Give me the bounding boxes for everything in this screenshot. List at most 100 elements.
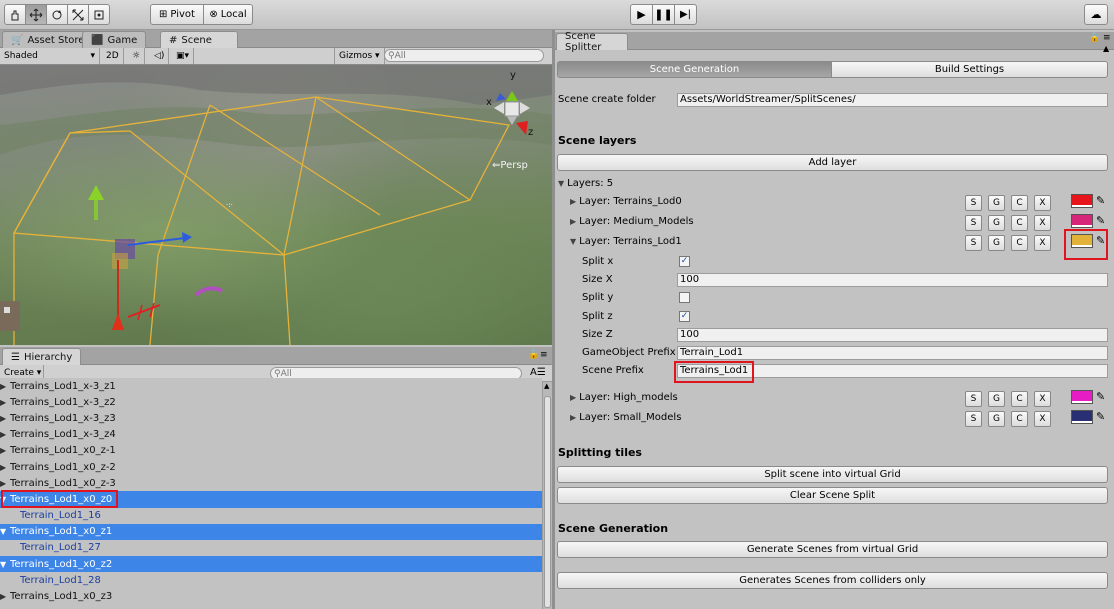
- foldout-closed-icon[interactable]: ▶: [0, 446, 10, 455]
- lock-icon[interactable]: 🔒: [1089, 33, 1100, 43]
- layer-foldout[interactable]: ▶ Layer: High_models: [570, 392, 678, 403]
- tab-build-settings[interactable]: Build Settings: [831, 61, 1108, 78]
- scene-viewport[interactable]: ·:· y x z ⇐Persp: [0, 65, 552, 345]
- hierarchy-item[interactable]: ▶ Terrains_Lod1_x0_z3: [0, 588, 542, 604]
- scroll-thumb[interactable]: [544, 396, 551, 608]
- layer-color-swatch[interactable]: [1071, 410, 1093, 424]
- foldout-closed-icon[interactable]: ▶: [0, 398, 10, 407]
- hierarchy-item[interactable]: ▶ Terrains_Lod1_x-3_z1: [0, 378, 542, 394]
- hierarchy-scrollbar[interactable]: ▲: [542, 382, 552, 609]
- layer-color-swatch[interactable]: [1071, 390, 1093, 404]
- tab-hierarchy[interactable]: ☰ Hierarchy: [2, 348, 82, 365]
- foldout-closed-icon[interactable]: ▶: [0, 430, 10, 439]
- panel-menu-icon[interactable]: ≡: [540, 350, 548, 360]
- local-button[interactable]: ⊗ Local: [203, 4, 253, 25]
- layer-s-button[interactable]: S: [965, 215, 982, 231]
- eyedropper-icon[interactable]: ✎: [1096, 214, 1105, 227]
- layer-g-button[interactable]: G: [988, 411, 1005, 427]
- layer-foldout[interactable]: ▶ Layer: Terrains_Lod0: [570, 196, 682, 207]
- layer-foldout[interactable]: ▼ Layer: Terrains_Lod1: [570, 236, 682, 247]
- foldout-closed-icon[interactable]: ▶: [0, 463, 10, 472]
- layer-c-button[interactable]: C: [1011, 411, 1028, 427]
- layer-c-button[interactable]: C: [1011, 215, 1028, 231]
- play-button[interactable]: ▶: [630, 4, 653, 25]
- foldout-closed-icon[interactable]: ▶: [0, 414, 10, 423]
- sort-icon[interactable]: A☰: [530, 367, 546, 378]
- scale-tool-icon[interactable]: [67, 4, 89, 25]
- layer-g-button[interactable]: G: [988, 195, 1005, 211]
- audio-toggle[interactable]: ◁): [150, 48, 170, 64]
- pause-button[interactable]: ❚❚: [652, 4, 675, 25]
- effects-dropdown[interactable]: ▣▾: [172, 48, 195, 64]
- layer-c-button[interactable]: C: [1011, 235, 1028, 251]
- generate-colliders-button[interactable]: Generates Scenes from colliders only: [557, 572, 1108, 589]
- layer-g-button[interactable]: G: [988, 235, 1005, 251]
- shading-mode-dropdown[interactable]: Shaded ▾: [0, 48, 100, 64]
- foldout-closed-icon[interactable]: ▶: [0, 479, 10, 488]
- eyedropper-icon[interactable]: ✎: [1096, 410, 1105, 423]
- rotate-tool-icon[interactable]: [46, 4, 68, 25]
- layer-s-button[interactable]: S: [965, 391, 982, 407]
- gameobject-prefix-field[interactable]: Terrain_Lod1: [677, 346, 1108, 360]
- lock-icon[interactable]: 🔒: [528, 350, 539, 360]
- cloud-button[interactable]: ☁: [1084, 4, 1108, 25]
- layer-x-button[interactable]: X: [1034, 215, 1051, 231]
- gizmos-dropdown[interactable]: Gizmos ▾: [334, 48, 385, 64]
- split-y-checkbox[interactable]: [679, 292, 690, 303]
- panel-menu-icon[interactable]: ≡: [1103, 33, 1111, 43]
- scene-search-input[interactable]: ⚲ All: [384, 49, 544, 62]
- layer-foldout[interactable]: ▶ Layer: Small_Models: [570, 412, 681, 423]
- foldout-closed-icon[interactable]: ▶: [0, 592, 10, 601]
- hierarchy-child-item[interactable]: Terrain_Lod1_27: [0, 540, 542, 556]
- foldout-closed-icon[interactable]: ▶: [0, 382, 10, 391]
- tab-game[interactable]: ⬛ Game: [82, 31, 147, 48]
- tab-scene-generation[interactable]: Scene Generation: [557, 61, 832, 78]
- layer-x-button[interactable]: X: [1034, 391, 1051, 407]
- size-x-field[interactable]: 100: [677, 273, 1108, 287]
- hierarchy-item[interactable]: ▼ Terrains_Lod1_x0_z1: [0, 523, 542, 540]
- hierarchy-item[interactable]: ▶ Terrains_Lod1_x0_z-2: [0, 459, 542, 475]
- hand-tool-icon[interactable]: [4, 4, 26, 25]
- eyedropper-icon[interactable]: ✎: [1096, 390, 1105, 403]
- hierarchy-item[interactable]: ▶ Terrains_Lod1_x-3_z3: [0, 410, 542, 426]
- layer-c-button[interactable]: C: [1011, 391, 1028, 407]
- layer-x-button[interactable]: X: [1034, 235, 1051, 251]
- split-x-checkbox[interactable]: ✓: [679, 256, 690, 267]
- projection-label[interactable]: ⇐Persp: [492, 160, 528, 171]
- layer-g-button[interactable]: G: [988, 391, 1005, 407]
- step-button[interactable]: ▶|: [674, 4, 697, 25]
- hierarchy-item[interactable]: ▶ Terrains_Lod1_x0_z-1: [0, 443, 542, 459]
- tab-scene[interactable]: # Scene: [160, 31, 238, 48]
- split-z-checkbox[interactable]: ✓: [679, 311, 690, 322]
- lighting-toggle[interactable]: ☼: [128, 48, 146, 64]
- split-scene-button[interactable]: Split scene into virtual Grid: [557, 466, 1108, 483]
- eyedropper-icon[interactable]: ✎: [1096, 194, 1105, 207]
- tab-scene-splitter[interactable]: Scene Splitter: [556, 31, 628, 53]
- layer-s-button[interactable]: S: [965, 195, 982, 211]
- hierarchy-child-item[interactable]: Terrain_Lod1_28: [0, 572, 542, 588]
- hierarchy-item[interactable]: ▶ Terrains_Lod1_x-3_z4: [0, 427, 542, 443]
- layer-s-button[interactable]: S: [965, 411, 982, 427]
- hierarchy-item[interactable]: ▼ Terrains_Lod1_x0_z2: [0, 556, 542, 573]
- layer-c-button[interactable]: C: [1011, 195, 1028, 211]
- hierarchy-item[interactable]: ▶ Terrains_Lod1_x-3_z2: [0, 394, 542, 410]
- layers-foldout[interactable]: ▼ Layers: 5: [558, 178, 613, 189]
- scroll-up-icon[interactable]: ▲: [1103, 44, 1109, 53]
- layer-color-swatch[interactable]: [1071, 214, 1093, 228]
- layer-s-button[interactable]: S: [965, 235, 982, 251]
- hierarchy-item[interactable]: ▶ Terrains_Lod1_x0_z-3: [0, 475, 542, 491]
- tab-asset-store[interactable]: 🛒 Asset Store: [2, 31, 94, 48]
- create-folder-field[interactable]: Assets/WorldStreamer/SplitScenes/: [677, 93, 1108, 107]
- foldout-open-icon[interactable]: ▼: [0, 527, 10, 536]
- foldout-open-icon[interactable]: ▼: [0, 560, 10, 569]
- pivot-button[interactable]: ⊞ Pivot: [150, 4, 204, 25]
- layer-g-button[interactable]: G: [988, 215, 1005, 231]
- rect-tool-icon[interactable]: [88, 4, 110, 25]
- scroll-up-icon[interactable]: ▲: [544, 382, 549, 390]
- layer-x-button[interactable]: X: [1034, 195, 1051, 211]
- add-layer-button[interactable]: Add layer: [557, 154, 1108, 171]
- clear-split-button[interactable]: Clear Scene Split: [557, 487, 1108, 504]
- move-tool-icon[interactable]: [25, 4, 47, 25]
- layer-foldout[interactable]: ▶ Layer: Medium_Models: [570, 216, 694, 227]
- mode-2d-toggle[interactable]: 2D: [102, 48, 124, 64]
